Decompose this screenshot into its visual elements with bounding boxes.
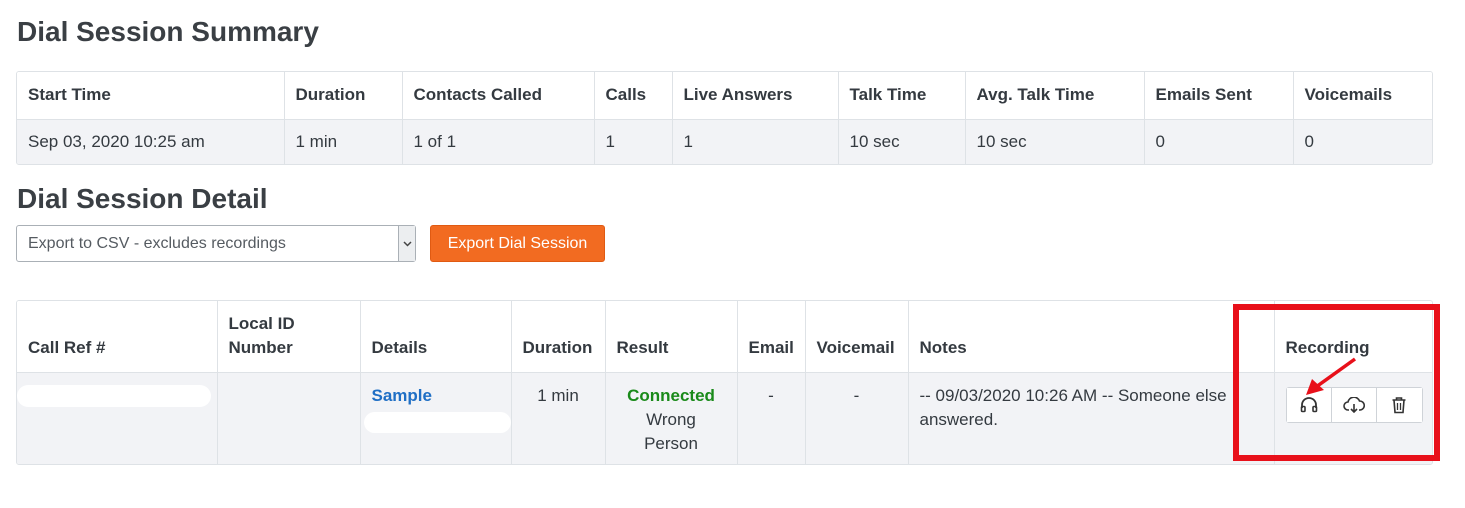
redacted-details: [363, 411, 511, 433]
play-recording-button[interactable]: [1286, 387, 1332, 422]
detail-cell-result: Connected Wrong Person: [605, 372, 738, 464]
detail-cell-local-id: [217, 372, 361, 464]
export-dial-session-button[interactable]: Export Dial Session: [430, 225, 605, 262]
delete-recording-button[interactable]: [1376, 387, 1422, 422]
summary-cell-calls: 1: [594, 119, 673, 164]
summary-header-duration: Duration: [284, 72, 403, 120]
chevron-down-icon[interactable]: [398, 226, 415, 261]
trash-icon: [1392, 396, 1406, 413]
summary-cell-avg-talk-time: 10 sec: [965, 119, 1145, 164]
detail-header-duration: Duration: [511, 301, 606, 373]
summary-header-calls: Calls: [594, 72, 673, 120]
export-format-selected: Export to CSV - excludes recordings: [28, 234, 286, 252]
summary-header-voicemails: Voicemails: [1293, 72, 1432, 120]
summary-header-live-answers: Live Answers: [672, 72, 839, 120]
detail-title: Dial Session Detail: [17, 183, 268, 214]
recording-actions: [1285, 386, 1423, 423]
detail-cell-call-ref: [17, 372, 218, 464]
table-row: Sample 1 min Connected Wrong Person - - …: [17, 372, 1432, 464]
download-recording-button[interactable]: [1331, 387, 1377, 422]
summary-header-talk-time: Talk Time: [838, 72, 966, 120]
detail-cell-email: -: [737, 372, 806, 464]
detail-header-local-id: Local ID Number: [217, 301, 361, 373]
detail-cell-duration: 1 min: [511, 372, 606, 464]
result-reason-line1: Wrong: [646, 409, 696, 429]
detail-header-recording: Recording: [1274, 301, 1432, 373]
detail-header-call-ref: Call Ref #: [17, 301, 218, 373]
detail-header-notes: Notes: [908, 301, 1275, 373]
detail-cell-recording: [1274, 372, 1432, 464]
cloud-download-icon: [1342, 396, 1365, 413]
redacted-call-ref: [17, 384, 211, 407]
detail-cell-notes: -- 09/03/2020 10:26 AM -- Someone else a…: [908, 372, 1275, 464]
summary-cell-start-time: Sep 03, 2020 10:25 am: [17, 119, 285, 164]
summary-cell-emails-sent: 0: [1144, 119, 1294, 164]
headphones-icon: [1300, 396, 1317, 412]
summary-header-contacts-called: Contacts Called: [402, 72, 595, 120]
detail-header-local-id-line2: Number: [228, 337, 293, 357]
summary-header-avg-talk-time: Avg. Talk Time: [965, 72, 1145, 120]
details-link[interactable]: Sample: [364, 386, 432, 405]
summary-cell-talk-time: 10 sec: [838, 119, 966, 164]
detail-cell-details: Sample: [360, 372, 512, 464]
result-reason-line2: Person: [644, 433, 698, 453]
summary-title: Dial Session Summary: [17, 16, 319, 47]
table-row: Sep 03, 2020 10:25 am 1 min 1 of 1 1 1 1…: [17, 119, 1432, 164]
result-status: Connected: [627, 385, 715, 405]
summary-cell-live-answers: 1: [672, 119, 839, 164]
summary-cell-duration: 1 min: [284, 119, 403, 164]
summary-header-emails-sent: Emails Sent: [1144, 72, 1294, 120]
detail-header-voicemail: Voicemail: [805, 301, 909, 373]
detail-header-email: Email: [737, 301, 806, 373]
detail-header-details: Details: [360, 301, 512, 373]
summary-header-start-time: Start Time: [17, 72, 285, 120]
export-format-select[interactable]: Export to CSV - excludes recordings: [16, 225, 416, 262]
summary-cell-voicemails: 0: [1304, 132, 1314, 152]
detail-table: Call Ref # Local ID Number Details Durat…: [16, 300, 1433, 465]
detail-cell-voicemail: -: [805, 372, 909, 464]
detail-header-local-id-line1: Local ID: [228, 313, 295, 333]
summary-cell-contacts-called: 1 of 1: [402, 119, 595, 164]
summary-table: Start Time Duration Contacts Called Call…: [16, 71, 1433, 165]
detail-header-result: Result: [605, 301, 738, 373]
